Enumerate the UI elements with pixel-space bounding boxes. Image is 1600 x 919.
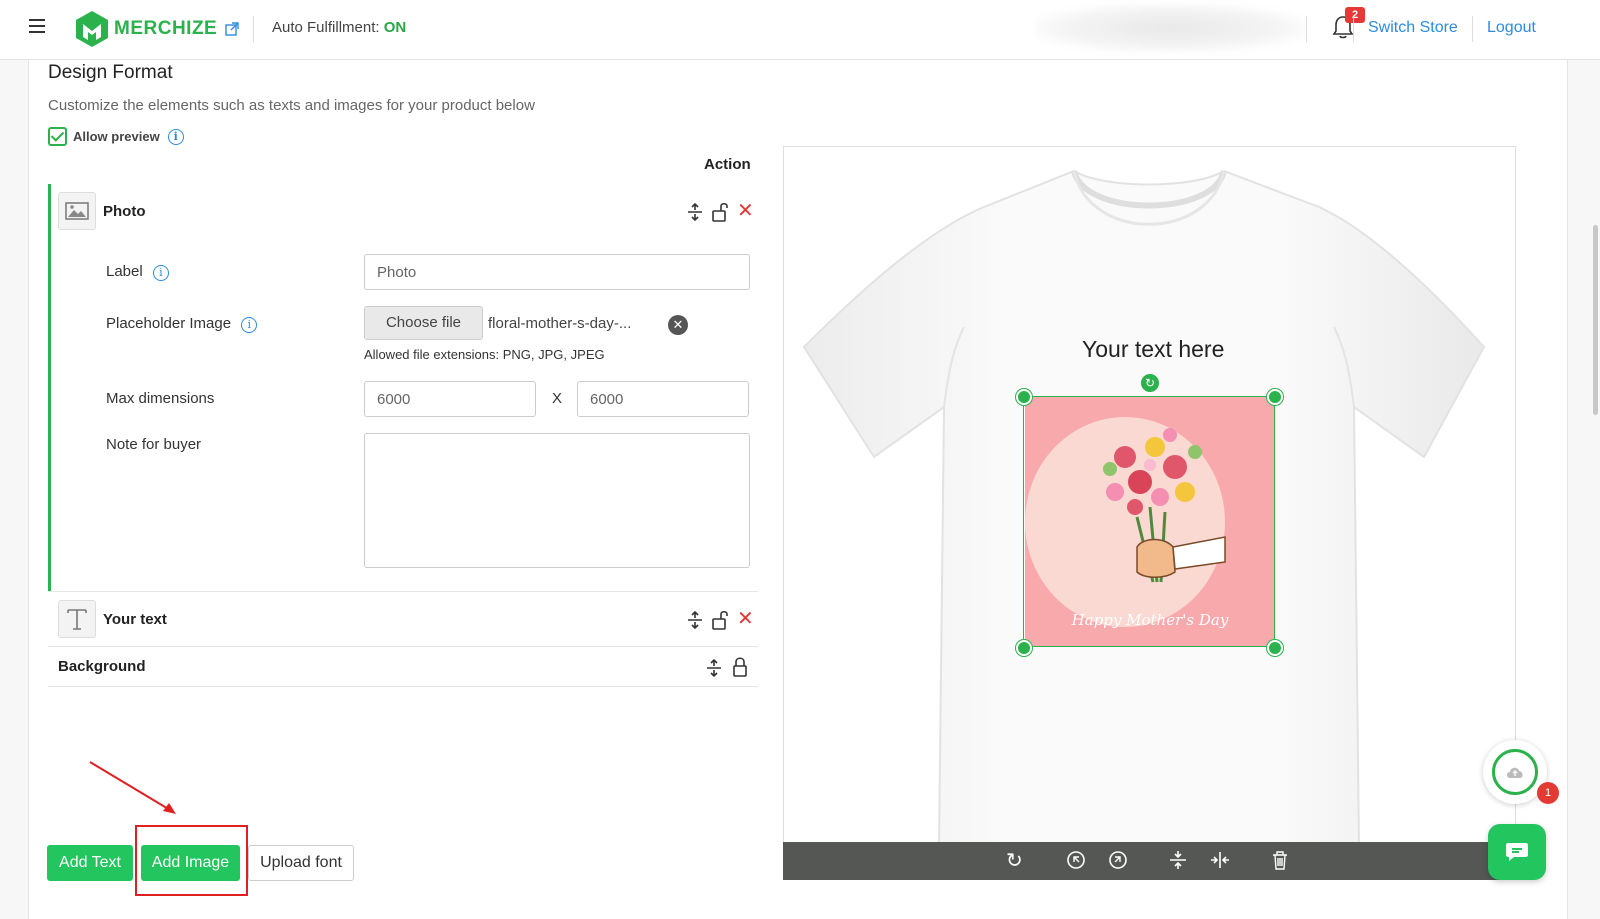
text-icon [58,600,96,638]
divider [253,16,254,42]
label-field-label: Label i [106,263,169,281]
add-image-button[interactable]: Add Image [141,845,240,881]
preview-text-layer[interactable]: Your text here [1082,336,1224,363]
page-scrollbar[interactable] [1593,225,1598,415]
unlock-icon[interactable] [711,609,729,634]
selection-frame[interactable] [1023,396,1275,647]
add-text-button[interactable]: Add Text [47,845,133,881]
label-input[interactable]: Photo [364,254,750,290]
allow-preview-checkbox[interactable]: Allow preview i [48,127,184,146]
max-dimensions-label: Max dimensions [106,390,215,407]
chat-icon [1506,843,1528,861]
cloud-icon [1507,767,1523,778]
logout-link[interactable]: Logout [1487,19,1536,37]
right-gutter [1568,60,1600,919]
move-icon[interactable] [686,610,704,632]
note-for-buyer-label: Note for buyer [106,436,202,453]
move-icon[interactable] [705,658,723,680]
text-layer-title[interactable]: Your text [103,611,167,628]
close-icon[interactable]: ✕ [737,609,754,629]
resize-handle-icon[interactable] [1016,389,1032,405]
rotate-left-icon[interactable] [1066,850,1086,875]
rotate-handle-icon[interactable]: ↻ [1141,374,1159,392]
action-column-header: Action [704,156,751,173]
chat-button[interactable] [1488,824,1546,880]
placeholder-image-text: Placeholder Image [106,315,232,332]
max-width-input[interactable]: 6000 [364,381,536,417]
menu-icon[interactable] [29,19,45,33]
selected-file-name: floral-mother-s-day-... [488,315,632,332]
brand-logo[interactable]: MERCHIZE [74,10,239,48]
checkbox-checked-icon[interactable] [48,127,67,146]
resize-handle-icon[interactable] [1267,389,1283,405]
switch-store-link[interactable]: Switch Store [1368,19,1458,37]
auto-fulfillment-label: Auto Fulfillment: [272,19,380,36]
resize-handle-icon[interactable] [1016,640,1032,656]
annotation-arrow-icon [89,761,176,814]
divider [48,686,758,687]
auto-fulfillment-value: ON [383,19,407,36]
section-subtitle: Customize the elements such as texts and… [48,97,535,114]
upload-font-button[interactable]: Upload font [248,845,354,881]
choose-file-button[interactable]: Choose file [364,306,483,340]
allow-preview-label: Allow preview [73,129,160,144]
refresh-icon[interactable]: ↻ [1006,850,1023,872]
divider [1306,16,1307,42]
top-bar: MERCHIZE Auto Fulfillment: ON 2 Switch S… [0,0,1600,60]
upload-badge: 1 [1537,782,1559,804]
dimension-separator: X [552,390,563,407]
merchize-logo-icon [76,11,108,47]
move-icon[interactable] [686,202,704,224]
photo-layer-title[interactable]: Photo [103,203,146,220]
external-link-icon[interactable] [225,22,239,36]
allowed-extensions-note: Allowed file extensions: PNG, JPG, JPEG [364,347,605,362]
align-horizontal-icon[interactable] [1210,850,1230,875]
divider [48,591,758,592]
divider [1353,16,1354,42]
notification-badge: 2 [1345,7,1365,23]
align-vertical-icon[interactable] [1168,850,1188,875]
lock-icon[interactable] [732,656,748,681]
background-layer-title[interactable]: Background [58,658,146,675]
left-gutter [0,60,28,919]
image-icon [58,192,96,230]
label-text: Label [106,263,143,280]
info-icon[interactable]: i [152,265,169,281]
trash-icon[interactable] [1271,850,1289,875]
divider [1472,16,1473,42]
clear-file-icon[interactable]: ✕ [668,315,688,335]
close-icon[interactable]: ✕ [737,201,754,221]
placeholder-image-label: Placeholder Image i [106,315,258,333]
resize-handle-icon[interactable] [1267,640,1283,656]
info-icon[interactable]: i [241,317,258,333]
section-title: Design Format [48,62,173,83]
auto-fulfillment-status: Auto Fulfillment: ON [272,19,406,36]
card-edge [1567,60,1568,919]
divider [48,646,758,647]
rotate-right-icon[interactable] [1108,850,1128,875]
note-for-buyer-textarea[interactable] [364,433,750,568]
brand-name: MERCHIZE [114,18,218,39]
card-edge [28,60,29,919]
unlock-icon[interactable] [711,201,729,226]
preview-toolbar [783,842,1516,880]
blurred-store-info [1035,4,1305,52]
max-height-input[interactable]: 6000 [577,381,749,417]
info-icon[interactable]: i [167,128,184,145]
